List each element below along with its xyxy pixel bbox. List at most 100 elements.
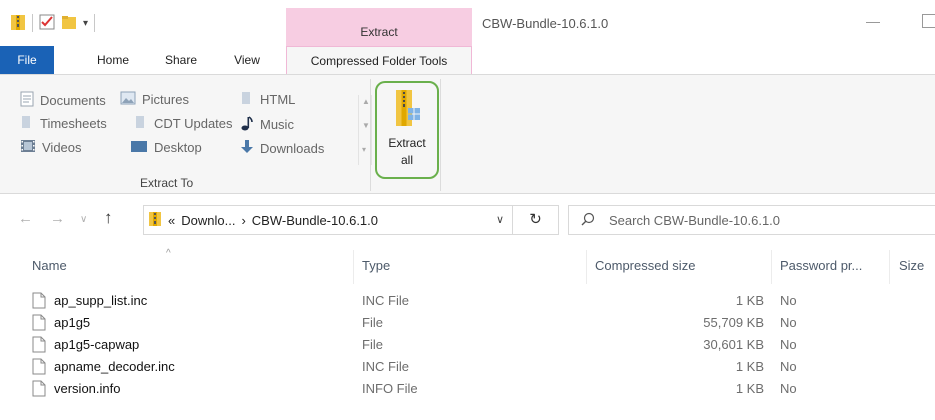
file-icon (32, 314, 46, 334)
column-header-name[interactable]: Name (32, 258, 67, 273)
forward-arrow-icon[interactable]: → (50, 210, 65, 227)
extract-all-button[interactable]: Extract all (375, 81, 439, 179)
music-icon (240, 115, 254, 134)
file-type: File (362, 337, 383, 352)
destination-label: Music (260, 117, 294, 132)
new-folder-icon[interactable] (61, 14, 77, 33)
column-divider[interactable] (586, 250, 587, 284)
pictures-icon (120, 91, 136, 108)
destination-label: HTML (260, 92, 296, 107)
extract-all-label: Extract all (377, 135, 437, 169)
videos-icon (20, 139, 36, 156)
desktop-icon (130, 139, 148, 156)
file-row[interactable]: apname_decoder.inc INC File 1 KB No (0, 356, 935, 378)
file-row[interactable]: ap_supp_list.inc INC File 1 KB No (0, 290, 935, 312)
breadcrumb-overflow[interactable]: « (168, 213, 175, 228)
zip-folder-icon (148, 211, 162, 230)
destination-label: Downloads (260, 141, 325, 156)
file-row[interactable]: version.info INFO File 1 KB No (0, 378, 935, 400)
extract-all-label-line2: all (400, 153, 413, 167)
extract-to-videos[interactable]: Videos (20, 139, 82, 156)
destination-label: Videos (42, 140, 82, 155)
context-tab-header: Extract (286, 8, 472, 46)
extract-all-icon (395, 89, 421, 132)
ribbon-tabs: File Home Share View Compressed Folder T… (0, 46, 935, 75)
column-header-compressed-size[interactable]: Compressed size (595, 258, 695, 273)
tab-compressed-folder-tools[interactable]: Compressed Folder Tools (286, 46, 472, 75)
file-compressed-size: 30,601 KB (703, 337, 764, 352)
back-arrow-icon[interactable]: ← (18, 210, 33, 227)
documents-icon (20, 91, 34, 110)
quick-access-toolbar: ▾ (10, 10, 96, 36)
navigation-bar: ← → ∨ ↑ « Downlo... › CBW-Bundle-10.6.1.… (0, 200, 935, 238)
file-name: version.info (54, 381, 121, 396)
recent-locations-icon[interactable]: ∨ (80, 214, 87, 225)
tab-share[interactable]: Share (152, 46, 210, 74)
file-password-protected: No (780, 337, 797, 352)
file-compressed-size: 1 KB (735, 359, 764, 374)
scroll-down-icon[interactable]: ▼ (362, 121, 370, 130)
maximize-button[interactable] (922, 14, 935, 28)
breadcrumb-current[interactable]: CBW-Bundle-10.6.1.0 (252, 213, 378, 228)
column-headers: ^ Name Type Compressed size Password pr.… (0, 246, 935, 286)
extract-to-cdt-updates[interactable]: CDT Updates (134, 115, 233, 132)
gallery-expand-icon[interactable]: ▾ (362, 145, 366, 154)
destination-label: CDT Updates (154, 116, 233, 131)
breadcrumb-downloads[interactable]: Downlo... (181, 213, 235, 228)
file-password-protected: No (780, 315, 797, 330)
file-type: File (362, 315, 383, 330)
context-tab-label: Extract (360, 25, 398, 39)
downloads-icon (240, 139, 254, 158)
folder-icon (240, 91, 254, 108)
group-divider (440, 79, 441, 191)
search-box[interactable]: Search CBW-Bundle-10.6.1.0 (568, 205, 935, 235)
extract-to-pictures[interactable]: Pictures (120, 91, 189, 108)
column-header-type[interactable]: Type (362, 258, 390, 273)
address-dropdown-icon[interactable]: ∨ (496, 213, 504, 226)
tab-view[interactable]: View (220, 46, 274, 74)
extract-to-gallery: Documents Pictures HTML Timesheets CDT U… (14, 83, 372, 173)
extract-to-desktop[interactable]: Desktop (130, 139, 202, 156)
column-divider[interactable] (353, 250, 354, 284)
up-arrow-icon[interactable]: ↑ (104, 208, 113, 228)
file-password-protected: No (780, 359, 797, 374)
folder-icon (20, 115, 34, 132)
column-divider[interactable] (771, 250, 772, 284)
file-icon (32, 292, 46, 312)
properties-icon[interactable] (39, 14, 55, 33)
file-name: apname_decoder.inc (54, 359, 175, 374)
extract-to-downloads[interactable]: Downloads (240, 139, 324, 158)
file-name: ap1g5 (54, 315, 91, 330)
file-icon (32, 336, 46, 356)
column-header-password-protected[interactable]: Password pr... (780, 258, 862, 273)
file-name: ap_supp_list.inc (54, 293, 148, 308)
extract-to-music[interactable]: Music (240, 115, 294, 134)
extract-to-documents[interactable]: Documents (20, 91, 106, 110)
customize-toolbar-icon[interactable]: ▾ (83, 18, 88, 29)
file-icon (32, 380, 46, 400)
refresh-button[interactable]: ↻ (513, 205, 559, 235)
destination-label: Documents (40, 93, 106, 108)
scroll-up-icon[interactable]: ▲ (362, 97, 370, 106)
toolbar-separator (94, 14, 96, 32)
file-compressed-size: 1 KB (735, 381, 764, 396)
file-row[interactable]: ap1g5 File 55,709 KB No (0, 312, 935, 334)
extract-to-html[interactable]: HTML (240, 91, 295, 108)
search-icon (581, 212, 595, 229)
minimize-button[interactable] (866, 22, 880, 23)
file-row[interactable]: ap1g5-capwap File 30,601 KB No (0, 334, 935, 356)
extract-to-timesheets[interactable]: Timesheets (20, 115, 107, 132)
destination-label: Pictures (142, 92, 189, 107)
tab-file[interactable]: File (0, 46, 54, 74)
address-bar[interactable]: « Downlo... › CBW-Bundle-10.6.1.0 ∨ (143, 205, 513, 235)
column-header-size[interactable]: Size (899, 258, 924, 273)
tab-home[interactable]: Home (86, 46, 140, 74)
breadcrumb-separator-icon[interactable]: › (241, 213, 245, 228)
file-compressed-size: 1 KB (735, 293, 764, 308)
folder-icon (134, 115, 148, 132)
window-title: CBW-Bundle-10.6.1.0 (482, 16, 609, 31)
column-divider[interactable] (889, 250, 890, 284)
search-placeholder: Search CBW-Bundle-10.6.1.0 (609, 212, 781, 228)
group-divider (370, 79, 371, 191)
toolbar-separator (32, 14, 33, 32)
